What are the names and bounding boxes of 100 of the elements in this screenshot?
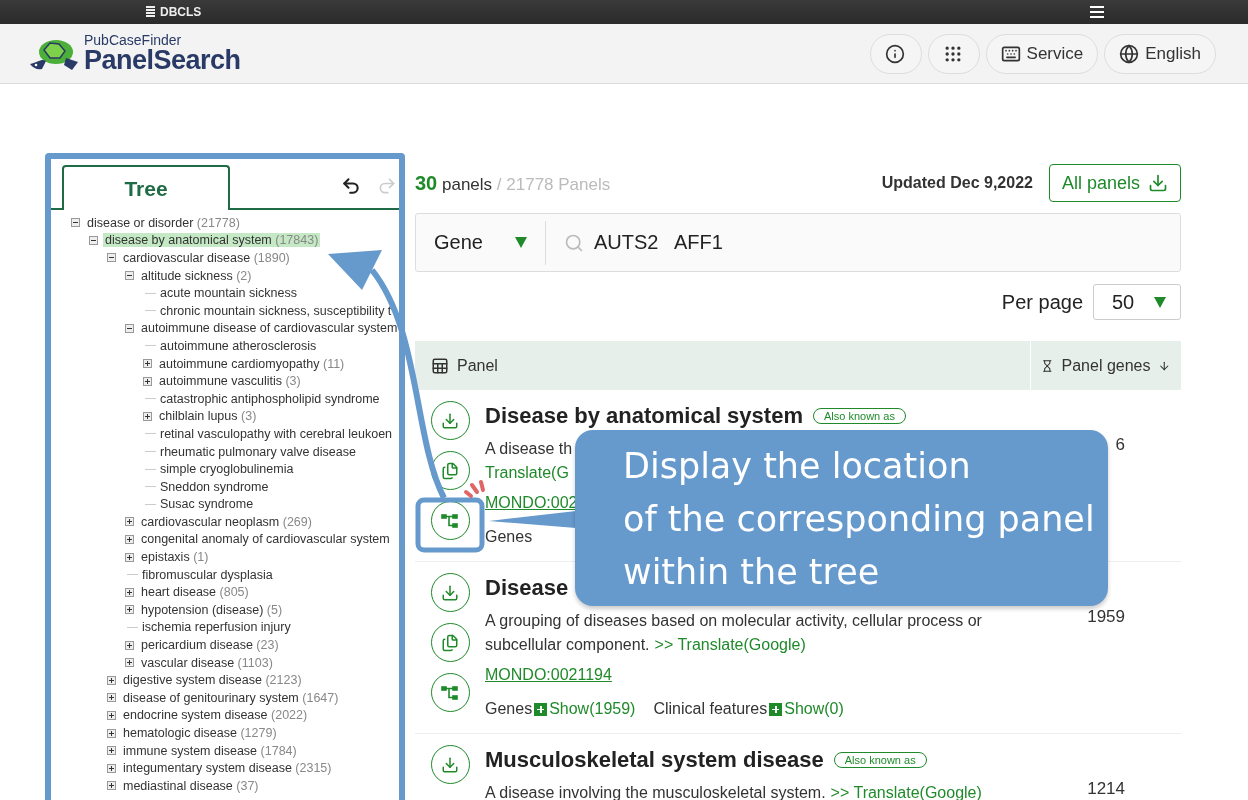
tree-item[interactable]: ischemia reperfusion injury bbox=[140, 620, 293, 635]
expand-toggle[interactable] bbox=[143, 376, 152, 386]
search-type-select[interactable]: Gene bbox=[416, 220, 546, 265]
tree-item[interactable]: vascular disease (1103) bbox=[139, 655, 275, 670]
expand-toggle[interactable] bbox=[107, 763, 116, 773]
show-link[interactable]: Show(0) bbox=[784, 699, 844, 719]
expand-toggle[interactable] bbox=[143, 411, 152, 421]
expand-toggle[interactable] bbox=[107, 781, 116, 791]
tree-item[interactable]: Susac syndrome bbox=[158, 497, 256, 512]
translate-link[interactable]: Translate(G bbox=[485, 463, 569, 483]
expand-toggle[interactable] bbox=[125, 552, 134, 562]
highlight-frame bbox=[415, 497, 485, 553]
expand-toggle[interactable] bbox=[107, 675, 116, 685]
tree-item[interactable]: simple cryoglobulinemia bbox=[158, 462, 296, 477]
tree-item[interactable]: disease by anatomical system (17843) bbox=[103, 233, 321, 248]
collapse-toggle[interactable] bbox=[71, 218, 80, 228]
show-link[interactable]: Show(1959) bbox=[549, 699, 636, 719]
search-field[interactable]: AUTS2 AFF1 bbox=[594, 231, 723, 254]
plus-icon bbox=[534, 702, 548, 716]
expand-toggle[interactable] bbox=[125, 535, 134, 544]
info-button[interactable] bbox=[869, 33, 922, 74]
panel-title[interactable]: Disease by anatomical system bbox=[485, 403, 803, 429]
tree-tab[interactable]: Tree bbox=[62, 165, 230, 210]
per-page-select[interactable]: 50 bbox=[1093, 284, 1181, 320]
gene-count: 1959 bbox=[1087, 608, 1125, 626]
brand-logo: DBCLS bbox=[145, 5, 202, 19]
brand-icon bbox=[145, 5, 156, 19]
tree-button[interactable] bbox=[430, 673, 470, 712]
tree-item[interactable]: congenital anomaly of cardiovascular system bbox=[139, 532, 392, 547]
panel-description: A disease th bbox=[485, 439, 573, 459]
all-panels-button[interactable]: All panels bbox=[1048, 164, 1181, 202]
tree-item[interactable]: cardiovascular disease (1890) bbox=[121, 251, 292, 265]
mondo-link[interactable]: MONDO:002 bbox=[485, 493, 578, 513]
apps-button[interactable] bbox=[927, 33, 980, 74]
service-button[interactable]: Service bbox=[985, 33, 1099, 74]
expand-toggle[interactable] bbox=[107, 693, 116, 703]
tree-icon bbox=[441, 512, 459, 529]
tree-item[interactable]: autoimmune atherosclerosis bbox=[158, 338, 319, 353]
tree-item[interactable]: acute mountain sickness bbox=[158, 286, 299, 301]
table-icon bbox=[431, 356, 449, 375]
feature-label: Clinical features bbox=[653, 699, 768, 719]
feature-label: Genes bbox=[485, 699, 533, 719]
tree-item[interactable]: autoimmune cardiomyopathy (11) bbox=[157, 356, 347, 371]
expand-toggle[interactable] bbox=[107, 746, 116, 756]
tree-item[interactable]: chilblain lupus (3) bbox=[157, 409, 259, 424]
collapse-toggle[interactable] bbox=[107, 253, 116, 263]
undo-icon[interactable] bbox=[341, 176, 361, 196]
tree-button[interactable] bbox=[430, 501, 470, 540]
panel-title[interactable]: Disease bbox=[485, 575, 569, 601]
globe-icon bbox=[1119, 43, 1140, 64]
tree-item[interactable]: cardiovascular neoplasm (269) bbox=[139, 514, 314, 529]
expand-toggle[interactable] bbox=[125, 640, 134, 650]
column-header[interactable]: Panel bbox=[457, 356, 498, 375]
collapse-toggle[interactable] bbox=[89, 235, 98, 245]
expand-toggle[interactable] bbox=[125, 587, 134, 597]
tree-item[interactable]: digestive system disease (2123) bbox=[121, 673, 304, 688]
tree-item[interactable]: disease of genitourinary system (1647) bbox=[121, 690, 341, 705]
download-button[interactable] bbox=[430, 401, 470, 440]
panel-title[interactable]: Musculoskeletal system disease bbox=[485, 747, 824, 773]
mondo-link[interactable]: MONDO:0021194 bbox=[485, 665, 612, 685]
download-button[interactable] bbox=[430, 573, 470, 612]
tree-item[interactable]: disease or disorder (21778) bbox=[85, 215, 242, 230]
panel-description: subcellular component. bbox=[485, 635, 650, 655]
language-button[interactable]: English bbox=[1104, 33, 1216, 74]
tree-item[interactable]: autoimmune vasculitis (3) bbox=[157, 374, 303, 389]
tree-item[interactable]: endocrine system disease (2022) bbox=[121, 708, 310, 723]
tree-item[interactable]: mediastinal disease (37) bbox=[121, 778, 261, 793]
menu-icon[interactable] bbox=[1090, 6, 1104, 18]
tree-item[interactable]: catastrophic antiphospholipid syndrome bbox=[158, 391, 382, 406]
copy-button[interactable] bbox=[430, 623, 470, 662]
tree-item[interactable]: rheumatic pulmonary valve disease bbox=[158, 444, 358, 459]
tree-item[interactable]: altitude sickness (2) bbox=[139, 268, 254, 283]
tree-item[interactable]: epistaxis (1) bbox=[139, 550, 211, 565]
tree-item[interactable]: heart disease (805) bbox=[139, 585, 251, 600]
updated-date: Updated Dec 9,2022 bbox=[881, 174, 1033, 192]
panel-count: 30 panels / 21778 Panels bbox=[415, 171, 611, 195]
tree-item[interactable]: hematologic disease (1279) bbox=[121, 726, 279, 740]
tree-item[interactable]: immune system disease (1784) bbox=[121, 743, 299, 758]
expand-toggle[interactable] bbox=[107, 710, 116, 720]
tree-item[interactable]: retinal vasculopathy with cerebral leukoen bbox=[158, 426, 395, 441]
tree-item[interactable]: chronic mountain sickness, susceptibility t bbox=[158, 303, 394, 318]
tree-item[interactable]: fibromuscular dysplasia bbox=[140, 567, 275, 582]
translate-link[interactable]: >> Translate(Google) bbox=[654, 635, 806, 655]
collapse-toggle[interactable] bbox=[125, 323, 134, 333]
tree-item[interactable]: autoimmune disease of cardiovascular system bbox=[139, 321, 399, 336]
plus-icon bbox=[769, 702, 783, 716]
copy-icon bbox=[441, 461, 459, 480]
expand-toggle[interactable] bbox=[143, 359, 152, 369]
collapse-toggle[interactable] bbox=[125, 271, 134, 281]
tree-item[interactable]: Sneddon syndrome bbox=[158, 479, 271, 494]
expand-toggle[interactable] bbox=[125, 517, 134, 527]
tree-item[interactable]: hypotension (disease) (5) bbox=[139, 602, 285, 617]
download-button[interactable] bbox=[430, 745, 470, 784]
tree-item[interactable]: integumentary system disease (2315) bbox=[121, 761, 334, 776]
column-header[interactable]: Panel genes bbox=[1061, 356, 1151, 375]
expand-toggle[interactable] bbox=[107, 728, 116, 738]
expand-toggle[interactable] bbox=[125, 658, 134, 668]
search-icon bbox=[564, 232, 584, 253]
tree-item[interactable]: pericardium disease (23) bbox=[139, 638, 281, 653]
expand-toggle[interactable] bbox=[125, 605, 134, 615]
